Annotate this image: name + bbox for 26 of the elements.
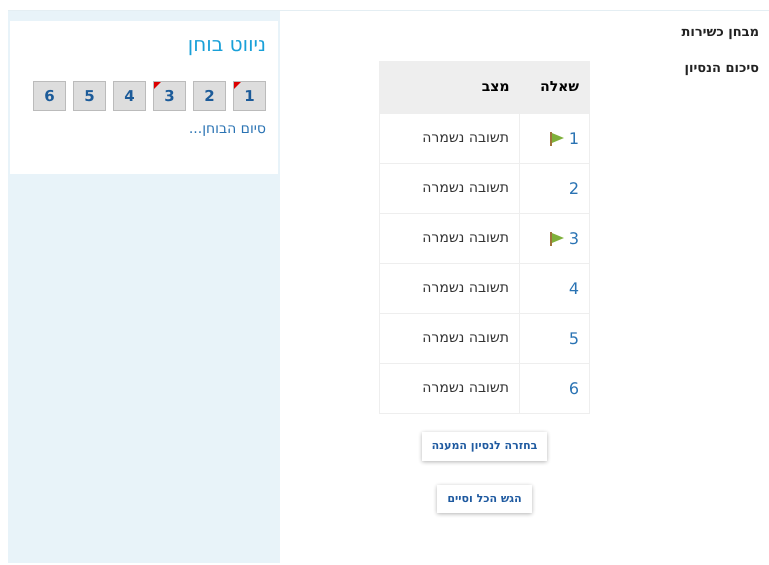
question-nav-button[interactable]: 6 (33, 81, 66, 111)
finish-quiz-link[interactable]: סיום הבוחן... (22, 119, 266, 140)
question-link[interactable]: 2 (568, 176, 579, 200)
question-link[interactable]: 1 (568, 126, 579, 150)
table-cell: תשובה נשמרה (380, 114, 520, 164)
question-link[interactable]: 4 (568, 276, 579, 300)
question-nav-button[interactable]: 2 (193, 81, 226, 111)
question-link[interactable]: 6 (568, 376, 579, 400)
question-nav-button[interactable]: 4 (113, 81, 146, 111)
table-cell: תשובה נשמרה (380, 264, 520, 314)
navigation-title: ניווט בוחן (186, 31, 266, 58)
question-link[interactable]: 5 (568, 326, 579, 350)
question-nav-button[interactable]: 3 (153, 81, 186, 111)
summary-heading: סיכום הנסיון (684, 60, 759, 78)
action-button[interactable]: בחזרה לנסיון המענה (422, 432, 548, 460)
table-cell: תשובה נשמרה (380, 364, 520, 414)
column-header: שאלה (520, 62, 590, 114)
question-nav-button[interactable]: 1 (233, 81, 266, 111)
column-header: מצב (380, 62, 520, 114)
table-cell: תשובה נשמרה (380, 164, 520, 214)
action-button[interactable]: הגש הכל וסיים (437, 484, 532, 513)
table-cell: תשובה נשמרה (380, 214, 520, 264)
question-nav-button[interactable]: 5 (73, 81, 106, 111)
quiz-title: מבחן כשירות (680, 24, 759, 42)
table-cell: תשובה נשמרה (380, 314, 520, 364)
question-link[interactable]: 3 (568, 226, 579, 250)
